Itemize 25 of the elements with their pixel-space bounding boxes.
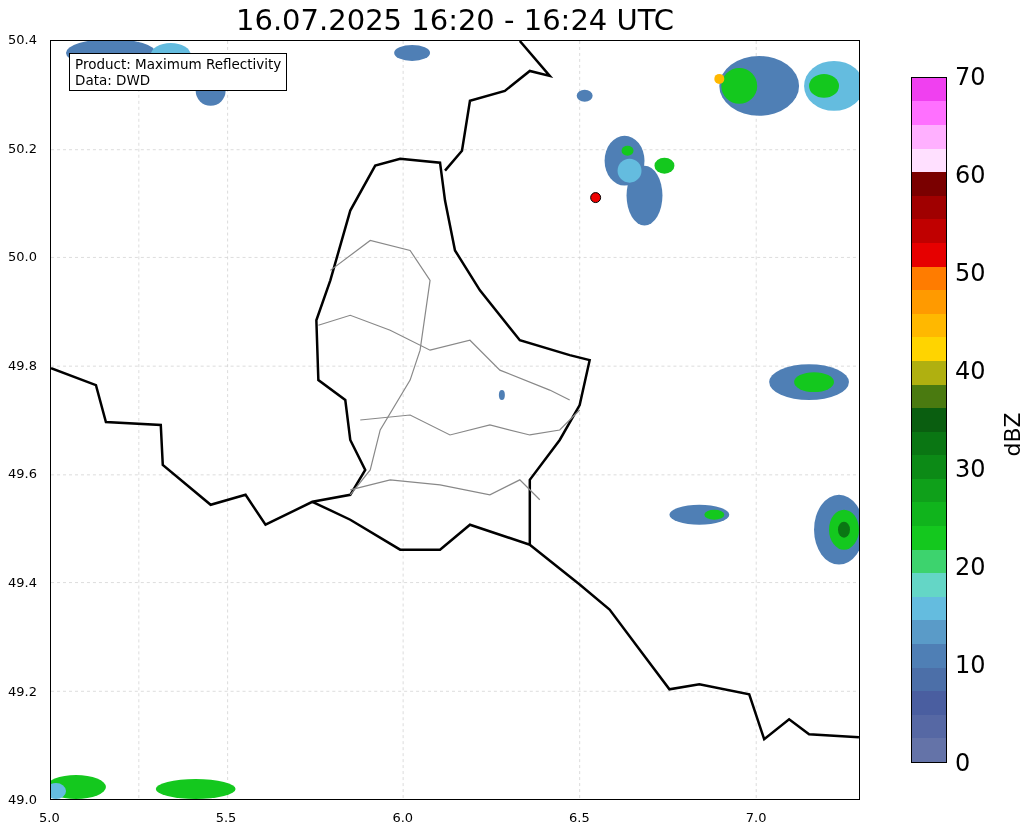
- y-tick-label: 50.2: [8, 140, 37, 156]
- x-tick-label: 6.5: [569, 810, 590, 825]
- colorbar-tick-label: 10: [955, 653, 986, 677]
- colorbar-tick-label: 50: [955, 261, 986, 285]
- colorbar-label: dBZ: [999, 412, 1023, 457]
- x-tick-label: 7.0: [745, 810, 767, 825]
- y-tick-label: 50.0: [8, 249, 37, 265]
- colorbar-tick-label: 60: [955, 163, 986, 187]
- y-tick-label: 49.8: [8, 357, 37, 373]
- colorbar-tick-label: 30: [955, 457, 986, 481]
- y-tick-label: 49.0: [8, 792, 37, 808]
- colorbar-tick-label: 40: [955, 359, 986, 383]
- colorbar-tick-label: 20: [955, 555, 986, 579]
- y-tick-label: 50.4: [8, 32, 37, 47]
- info-text: Product: Maximum Reflectivity: [75, 56, 282, 72]
- colorbar-tick-label: 70: [955, 65, 986, 89]
- x-tick-label: 6.0: [392, 810, 414, 825]
- y-tick-label: 49.6: [8, 466, 37, 482]
- info-text: Data: DWD: [75, 72, 152, 88]
- x-tick-label: 5.0: [39, 810, 60, 825]
- x-tick-label: 5.5: [215, 810, 237, 825]
- y-tick-label: 49.2: [8, 683, 37, 699]
- colorbar-tick-label: 0: [955, 751, 971, 775]
- y-tick-label: 49.4: [8, 575, 37, 590]
- chart-title: 16.07.2025 16:20 - 16:24 UTC: [235, 2, 675, 39]
